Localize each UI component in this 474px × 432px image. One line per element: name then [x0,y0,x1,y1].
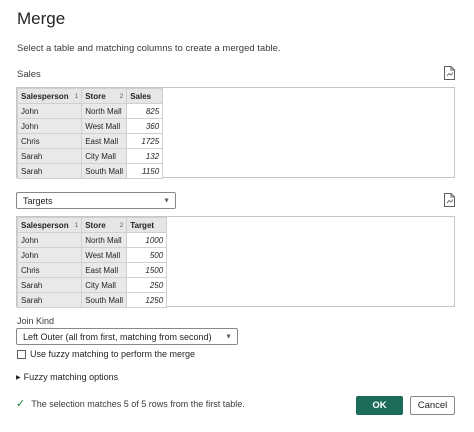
table-cell: Sarah [16,163,83,179]
column-header-target[interactable]: Target [126,217,168,233]
table-cell: 1500 [126,262,168,278]
table-cell: John [16,247,83,263]
column-header-store[interactable]: Store 2 [81,88,128,104]
table-cell: 1000 [126,232,168,248]
ok-button[interactable]: OK [356,396,403,415]
first-table-preview: Salesperson 1 Store 2 Sales John North Mal… [16,87,455,179]
fuzzy-matching-options-label: Fuzzy matching options [23,372,119,382]
table-cell: 250 [126,277,168,293]
table-cell: South Mall [81,292,128,308]
second-table-select-value: Targets [23,195,53,206]
chevron-down-icon: ▼ [225,333,232,340]
table-cell: North Mall [81,232,128,248]
table-cell: Sarah [16,148,83,164]
table-row: Chris East Mall 1725 [16,133,164,149]
table-row: Sarah South Mall 1250 [16,292,168,308]
table-cell: 132 [126,148,164,164]
table-cell: Sarah [16,292,83,308]
second-table-select[interactable]: Targets ▼ [16,192,176,209]
table-row: John West Mall 500 [16,247,168,263]
table-cell: 1250 [126,292,168,308]
fuzzy-matching-label: Use fuzzy matching to perform the merge [30,349,196,359]
table-cell: City Mall [81,148,128,164]
table-cell: East Mall [81,133,128,149]
join-kind-label: Join Kind [17,316,55,326]
table-row: John North Mall 825 [16,103,164,119]
table-cell: East Mall [81,262,128,278]
file-preview-icon[interactable] [443,193,456,207]
fuzzy-matching-options-toggle[interactable]: ▶ Fuzzy matching options [16,372,118,382]
column-header-sales[interactable]: Sales [126,88,164,104]
fuzzy-matching-row[interactable]: Use fuzzy matching to perform the merge [17,349,195,359]
second-table-grid: Salesperson 1 Store 2 Target John North Ma… [16,217,168,308]
column-header-salesperson[interactable]: Salesperson 1 [16,88,83,104]
table-cell: West Mall [81,247,128,263]
fuzzy-matching-checkbox[interactable] [17,349,26,359]
table-cell: Sarah [16,277,83,293]
join-kind-select-value: Left Outer (all from first, matching fro… [23,331,212,342]
table-cell: John [16,232,83,248]
first-table-grid: Salesperson 1 Store 2 Sales John North Mal… [16,88,164,179]
chevron-down-icon: ▼ [163,197,170,204]
table-row: Chris East Mall 1500 [16,262,168,278]
table-cell: John [16,103,83,119]
caret-right-icon: ▶ [16,374,21,381]
dialog-title: Merge [17,9,66,28]
table-row: John West Mall 360 [16,118,164,134]
checkmark-icon: ✓ [16,398,26,410]
table-cell: City Mall [81,277,128,293]
table-cell: 1725 [126,133,164,149]
table-row: Sarah South Mall 1150 [16,163,164,179]
column-header-store[interactable]: Store 2 [81,217,128,233]
column-header-salesperson[interactable]: Salesperson 1 [16,217,83,233]
table-cell: South Mall [81,163,128,179]
table-cell: Chris [16,262,83,278]
table-cell: John [16,118,83,134]
first-table-label: Sales [17,69,41,80]
table-row: John North Mall 1000 [16,232,168,248]
table-cell: North Mall [81,103,128,119]
file-preview-icon[interactable] [443,66,456,80]
table-row: Sarah City Mall 132 [16,148,164,164]
table-cell: 825 [126,103,164,119]
match-status-text: The selection matches 5 of 5 rows from t… [31,398,245,409]
table-cell: 1150 [126,163,164,179]
join-kind-select[interactable]: Left Outer (all from first, matching fro… [16,328,238,345]
table-cell: 360 [126,118,164,134]
cancel-button[interactable]: Cancel [410,396,455,415]
table-cell: 500 [126,247,168,263]
dialog-subtitle: Select a table and matching columns to c… [17,43,281,54]
table-row: Sarah City Mall 250 [16,277,168,293]
match-status: ✓ The selection matches 5 of 5 rows from… [16,397,245,410]
table-cell: West Mall [81,118,128,134]
second-table-preview: Salesperson 1 Store 2 Target John North Ma… [16,216,455,308]
table-cell: Chris [16,133,83,149]
